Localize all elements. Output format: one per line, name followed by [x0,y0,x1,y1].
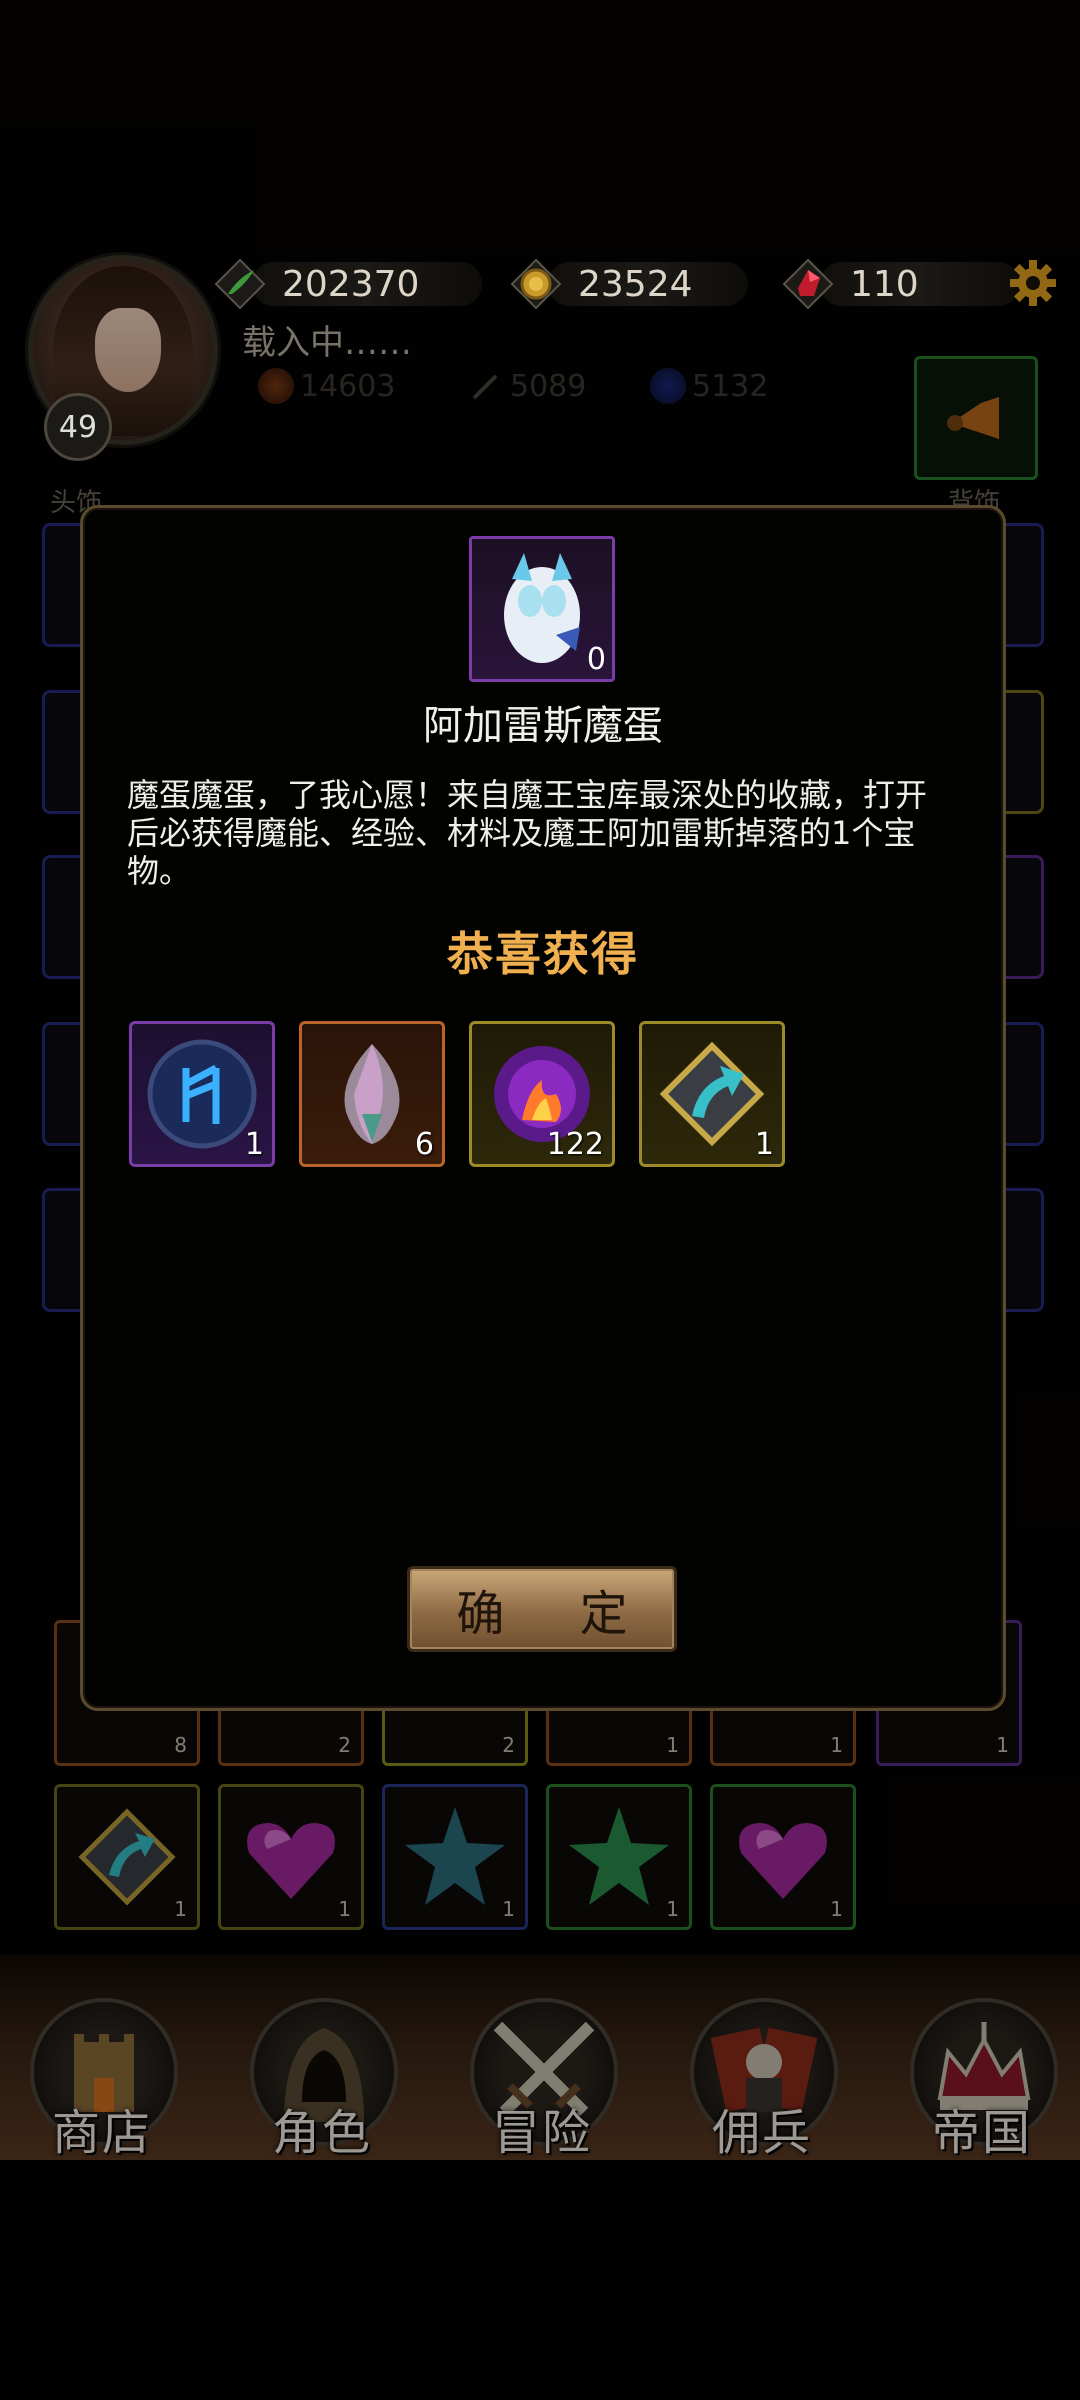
green-feather-icon [214,258,266,310]
currency-gem: 110 [780,258,1020,310]
currency-gold: 23524 [508,258,748,310]
gold-coin-icon [510,258,562,310]
currency-gem-value: 110 [850,263,919,305]
reward-item[interactable]: 1 [129,1021,275,1167]
item-description: 魔蛋魔蛋，了我心愿！来自魔王宝库最深处的收藏，打开后必获得魔能、经验、材料及魔王… [127,776,928,890]
reward-count: 6 [414,1127,434,1162]
item-icon-frame: 0 [469,536,615,682]
reward-item[interactable]: 1 [639,1021,785,1167]
currency-feather-value: 202370 [282,263,420,305]
red-gem-icon [782,258,834,310]
confirm-button[interactable]: 确 定 [407,1566,677,1652]
reward-count: 122 [546,1127,604,1162]
reward-dialog: 0 阿加雷斯魔蛋 魔蛋魔蛋，了我心愿！来自魔王宝库最深处的收藏，打开后必获得魔能… [80,505,1006,1711]
currency-gold-value: 23524 [578,263,693,305]
currency-feather: 202370 [212,258,482,310]
player-level-badge: 49 [44,393,112,461]
reward-item[interactable]: 122 [469,1021,615,1167]
screen-bottom-area [0,2160,1080,2400]
item-owned-count: 0 [586,642,606,677]
game-screen: 49 202370 23524 110 载入中…… 14603 5089 513… [0,0,1080,2400]
reward-count: 1 [244,1127,264,1162]
reward-item[interactable]: 6 [299,1021,445,1167]
player-level: 49 [58,409,98,445]
item-name: 阿加雷斯魔蛋 [423,703,663,749]
congrats-heading: 恭喜获得 [447,927,639,981]
reward-count: 1 [754,1127,774,1162]
